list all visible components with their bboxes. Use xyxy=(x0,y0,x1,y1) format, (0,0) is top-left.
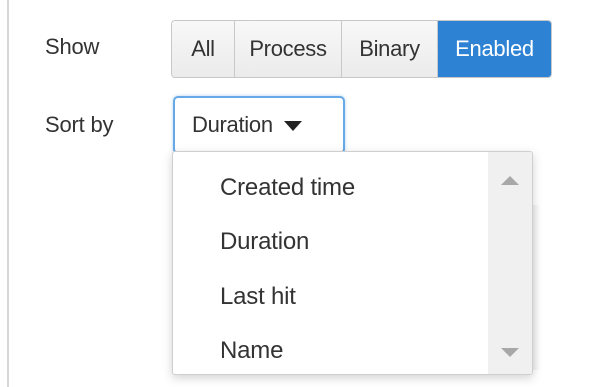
sort-by-label: Sort by xyxy=(45,112,114,137)
show-binary-button[interactable]: Binary xyxy=(342,21,438,77)
scroll-up-arrow-icon[interactable] xyxy=(501,176,519,185)
show-label: Show xyxy=(45,34,100,59)
show-filter-group: All Process Binary Enabled xyxy=(171,20,552,78)
sort-by-dropdown-list: Created time Duration Last hit Name xyxy=(172,151,533,375)
sort-filter-panel: Show All Process Binary Enabled Sort by … xyxy=(0,0,596,387)
caret-down-icon xyxy=(283,121,302,131)
sort-by-select[interactable]: Duration xyxy=(173,96,345,154)
sort-option-name[interactable]: Name xyxy=(220,337,283,365)
sort-option-duration[interactable]: Duration xyxy=(220,228,309,256)
dropdown-scrollbar[interactable] xyxy=(488,152,532,374)
show-all-button[interactable]: All xyxy=(172,21,235,77)
background-edge xyxy=(533,205,541,370)
left-divider xyxy=(7,0,9,387)
scroll-down-arrow-icon[interactable] xyxy=(501,348,519,357)
show-enabled-button[interactable]: Enabled xyxy=(438,21,551,77)
sort-by-selected-value: Duration xyxy=(192,112,273,137)
show-process-button[interactable]: Process xyxy=(235,21,342,77)
sort-option-last-hit[interactable]: Last hit xyxy=(220,283,296,311)
sort-option-created-time[interactable]: Created time xyxy=(220,174,355,202)
